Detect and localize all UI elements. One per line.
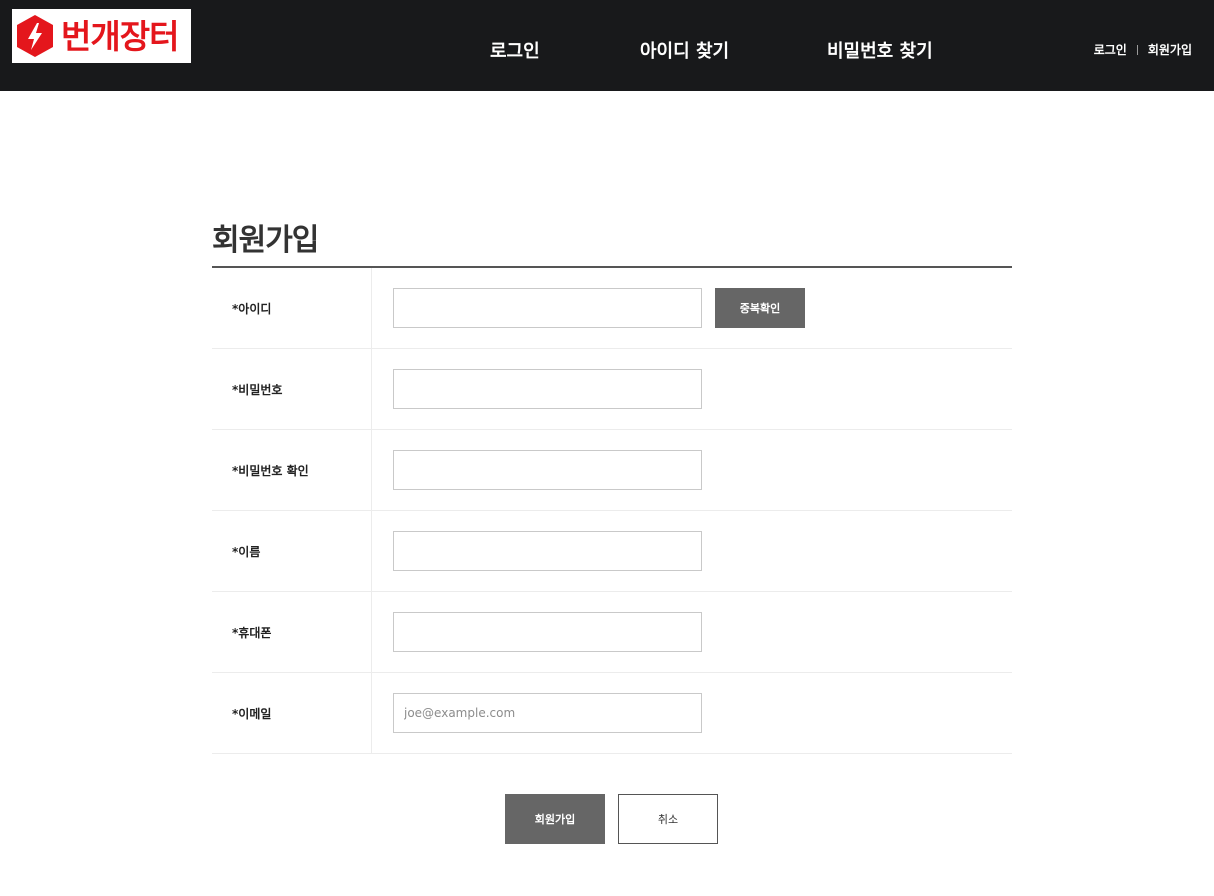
duplicate-check-button[interactable]: 중복확인 (715, 288, 805, 328)
form-row-name: *이름 (212, 511, 1012, 592)
form-actions: 회원가입 취소 (505, 794, 718, 844)
form-row-email: *이메일 (212, 673, 1012, 754)
page-title: 회원가입 (212, 223, 319, 258)
logo[interactable]: 번개장터 (12, 9, 191, 63)
form-row-password-confirm: *비밀번호 확인 (212, 430, 1012, 511)
password-confirm-label: *비밀번호 확인 (212, 430, 372, 510)
email-input[interactable] (393, 693, 702, 733)
logo-text: 번개장터 (61, 16, 179, 56)
form-row-phone: *휴대폰 (212, 592, 1012, 673)
phone-input[interactable] (393, 612, 702, 652)
phone-label: *휴대폰 (212, 592, 372, 672)
util-menu: 로그인 회원가입 (1094, 41, 1192, 58)
password-label: *비밀번호 (212, 349, 372, 429)
nav-find-password[interactable]: 비밀번호 찾기 (827, 37, 933, 63)
top-header: 번개장터 로그인 아이디 찾기 비밀번호 찾기 로그인 회원가입 (0, 0, 1214, 91)
lightning-bolt-icon (15, 14, 55, 58)
nav-find-id[interactable]: 아이디 찾기 (640, 37, 729, 63)
util-join-link[interactable]: 회원가입 (1148, 41, 1192, 58)
id-label: *아이디 (212, 268, 372, 348)
password-confirm-input[interactable] (393, 450, 702, 490)
form-row-id: *아이디 중복확인 (212, 268, 1012, 349)
signup-form: *아이디 중복확인 *비밀번호 *비밀번호 확인 *이름 *휴대폰 *이메일 (212, 266, 1012, 754)
password-input[interactable] (393, 369, 702, 409)
email-label: *이메일 (212, 673, 372, 753)
name-input[interactable] (393, 531, 702, 571)
util-login-link[interactable]: 로그인 (1094, 41, 1127, 58)
signup-submit-button[interactable]: 회원가입 (505, 794, 605, 844)
form-row-password: *비밀번호 (212, 349, 1012, 430)
util-divider (1136, 44, 1138, 55)
name-label: *이름 (212, 511, 372, 591)
id-input[interactable] (393, 288, 702, 328)
cancel-button[interactable]: 취소 (618, 794, 718, 844)
nav-login[interactable]: 로그인 (490, 37, 540, 63)
